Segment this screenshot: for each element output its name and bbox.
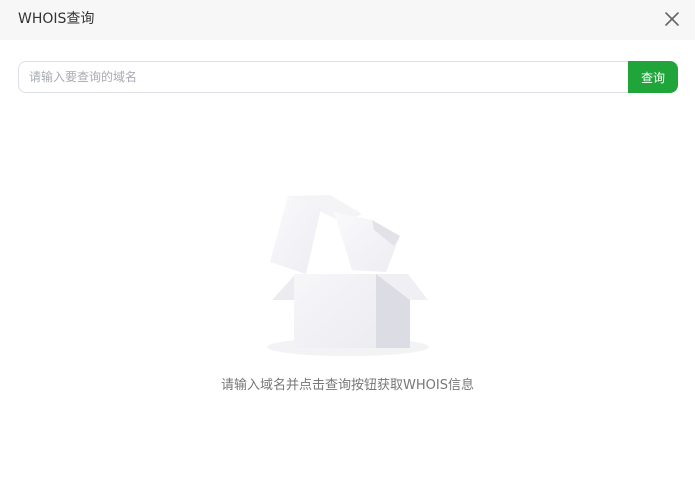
empty-box-icon bbox=[262, 190, 434, 360]
search-button[interactable]: 查询 bbox=[628, 61, 678, 93]
empty-state-message: 请输入域名并点击查询按钮获取WHOIS信息 bbox=[221, 378, 474, 393]
close-icon[interactable] bbox=[661, 8, 683, 30]
whois-dialog: WHOIS查询 查询 bbox=[0, 0, 695, 492]
dialog-header: WHOIS查询 bbox=[0, 0, 695, 40]
domain-search-input[interactable] bbox=[18, 61, 629, 93]
dialog-title: WHOIS查询 bbox=[18, 11, 95, 27]
